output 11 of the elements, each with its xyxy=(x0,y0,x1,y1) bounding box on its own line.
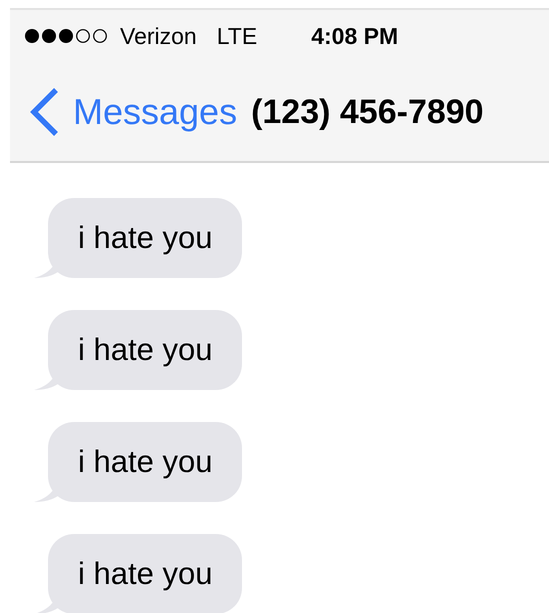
carrier-name: Verizon xyxy=(120,22,197,50)
message-text: i hate you xyxy=(78,444,212,480)
message-text: i hate you xyxy=(78,220,212,256)
message-text: i hate you xyxy=(78,332,212,368)
network-type: LTE xyxy=(216,22,258,50)
signal-strength-icon xyxy=(24,27,110,45)
status-time: 4:08 PM xyxy=(311,22,398,50)
message-text: i hate you xyxy=(78,556,212,592)
back-button[interactable]: Messages xyxy=(28,87,238,137)
contact-number: (123) 456-7890 xyxy=(251,92,484,132)
chevron-left-icon xyxy=(28,87,60,137)
